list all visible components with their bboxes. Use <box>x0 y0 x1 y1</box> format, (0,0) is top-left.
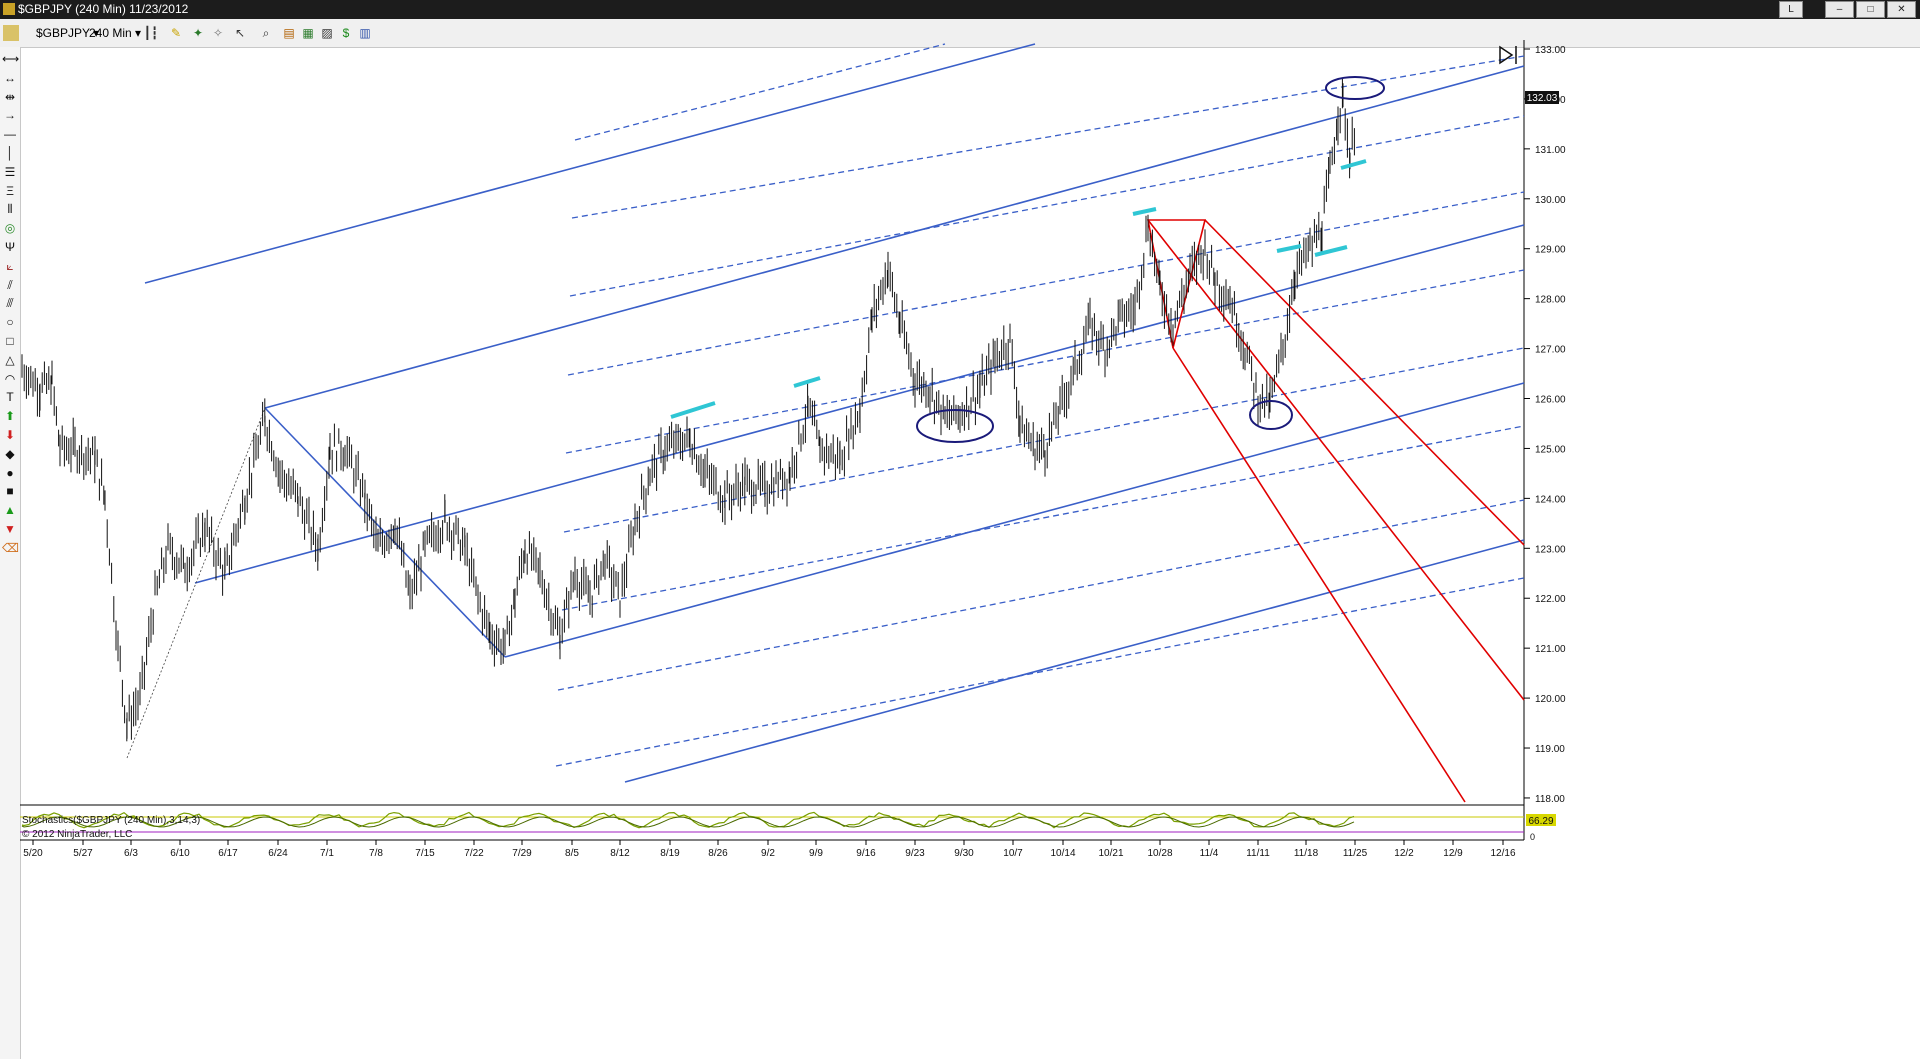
current-price-label: 132.03 <box>1527 93 1558 104</box>
y-tick-label: 131.00 <box>1535 145 1566 156</box>
x-tick-label: 7/1 <box>320 848 334 859</box>
x-tick-label: 8/26 <box>708 848 728 859</box>
y-tick-label: 119.00 <box>1535 744 1565 755</box>
pitchfork-quarter-line <box>571 55 1525 219</box>
y-tick-label: 124.00 <box>1535 494 1566 505</box>
red-pitchfork-lower-tine <box>1172 347 1466 803</box>
copyright-label: © 2012 NinjaTrader, LLC <box>22 829 132 840</box>
y-tick-label: 133.00 <box>1535 45 1566 56</box>
y-tick-label: 127.00 <box>1535 345 1566 356</box>
ellipse-marker <box>1249 400 1293 430</box>
x-tick-label: 9/30 <box>954 848 974 859</box>
highlight-mark <box>1132 207 1157 216</box>
pitchfork-quarter-line <box>555 577 1525 767</box>
x-tick-label: 8/5 <box>565 848 579 859</box>
x-tick-label: 7/29 <box>512 848 532 859</box>
x-tick-label: 11/4 <box>1200 848 1219 859</box>
x-tick-label: 9/23 <box>905 848 925 859</box>
highlight-mark <box>1340 159 1367 170</box>
x-tick-label: 10/28 <box>1147 848 1172 859</box>
pitchfork-quarter-line <box>557 499 1525 691</box>
pitchfork-quarter-line <box>567 191 1525 376</box>
y-tick-label: 130.00 <box>1535 195 1566 206</box>
highlight-mark <box>1314 245 1348 257</box>
pitchfork-upper-tine <box>264 65 1525 409</box>
y-tick-label: 123.00 <box>1535 544 1566 555</box>
x-tick-label: 5/20 <box>23 848 43 859</box>
highlight-mark <box>1276 244 1302 253</box>
x-tick-label: 9/2 <box>761 848 775 859</box>
y-tick-label: 121.00 <box>1535 644 1566 655</box>
stoch-zero-label: 0 <box>1530 832 1535 842</box>
y-tick-label: 120.00 <box>1535 694 1566 705</box>
y-tick-label: 125.00 <box>1535 444 1566 455</box>
pitchfork-quarter-line <box>569 115 1525 297</box>
y-tick-label: 128.00 <box>1535 295 1566 306</box>
x-tick-label: 8/19 <box>660 848 680 859</box>
x-tick-label: 10/7 <box>1003 848 1023 859</box>
pitchfork-quarter-line <box>561 425 1525 611</box>
x-tick-label: 7/22 <box>464 848 484 859</box>
price-chart[interactable]: 133.00132.00131.00130.00129.00128.00127.… <box>0 0 1920 1059</box>
stochastics-label: Stochastics($GBPJPY (240 Min),3,14,3) <box>22 815 200 826</box>
x-tick-label: 6/3 <box>124 848 138 859</box>
highlight-mark <box>670 401 716 419</box>
x-tick-label: 9/16 <box>856 848 876 859</box>
pitchfork-quarter-line <box>574 43 946 141</box>
stoch-value-label: 66.29 <box>1528 816 1553 827</box>
highlight-mark <box>793 376 821 388</box>
x-tick-label: 7/8 <box>369 848 383 859</box>
pitchfork-lower-tine <box>504 382 1525 658</box>
x-tick-label: 6/17 <box>218 848 238 859</box>
pitchfork-warning-line-upper <box>144 43 1036 284</box>
x-tick-label: 6/24 <box>268 848 288 859</box>
x-tick-label: 11/25 <box>1343 848 1368 859</box>
x-tick-label: 11/18 <box>1294 848 1319 859</box>
y-tick-label: 118.00 <box>1535 794 1565 805</box>
x-tick-label: 6/10 <box>170 848 190 859</box>
scroll-to-end-icon <box>1499 45 1514 65</box>
pivot-connector-line <box>126 407 266 759</box>
x-tick-label: 10/21 <box>1098 848 1123 859</box>
x-tick-label: 11/11 <box>1246 848 1270 859</box>
x-tick-label: 5/27 <box>73 848 93 859</box>
ellipse-marker <box>916 409 994 443</box>
y-tick-label: 126.00 <box>1535 395 1566 406</box>
stoch-d-line <box>21 816 1355 828</box>
y-tick-label: 129.00 <box>1535 245 1566 256</box>
y-tick-label: 122.00 <box>1535 594 1566 605</box>
x-tick-label: 8/12 <box>610 848 630 859</box>
x-tick-label: 12/2 <box>1394 848 1414 859</box>
x-tick-label: 7/15 <box>415 848 435 859</box>
x-tick-label: 10/14 <box>1050 848 1075 859</box>
pitchfork-warning-line-lower <box>624 539 1525 783</box>
x-tick-label: 12/16 <box>1490 848 1515 859</box>
x-tick-label: 12/9 <box>1443 848 1463 859</box>
x-tick-label: 9/9 <box>809 848 823 859</box>
pitchfork-quarter-line <box>565 269 1525 454</box>
red-pitchfork-median <box>1147 219 1525 701</box>
